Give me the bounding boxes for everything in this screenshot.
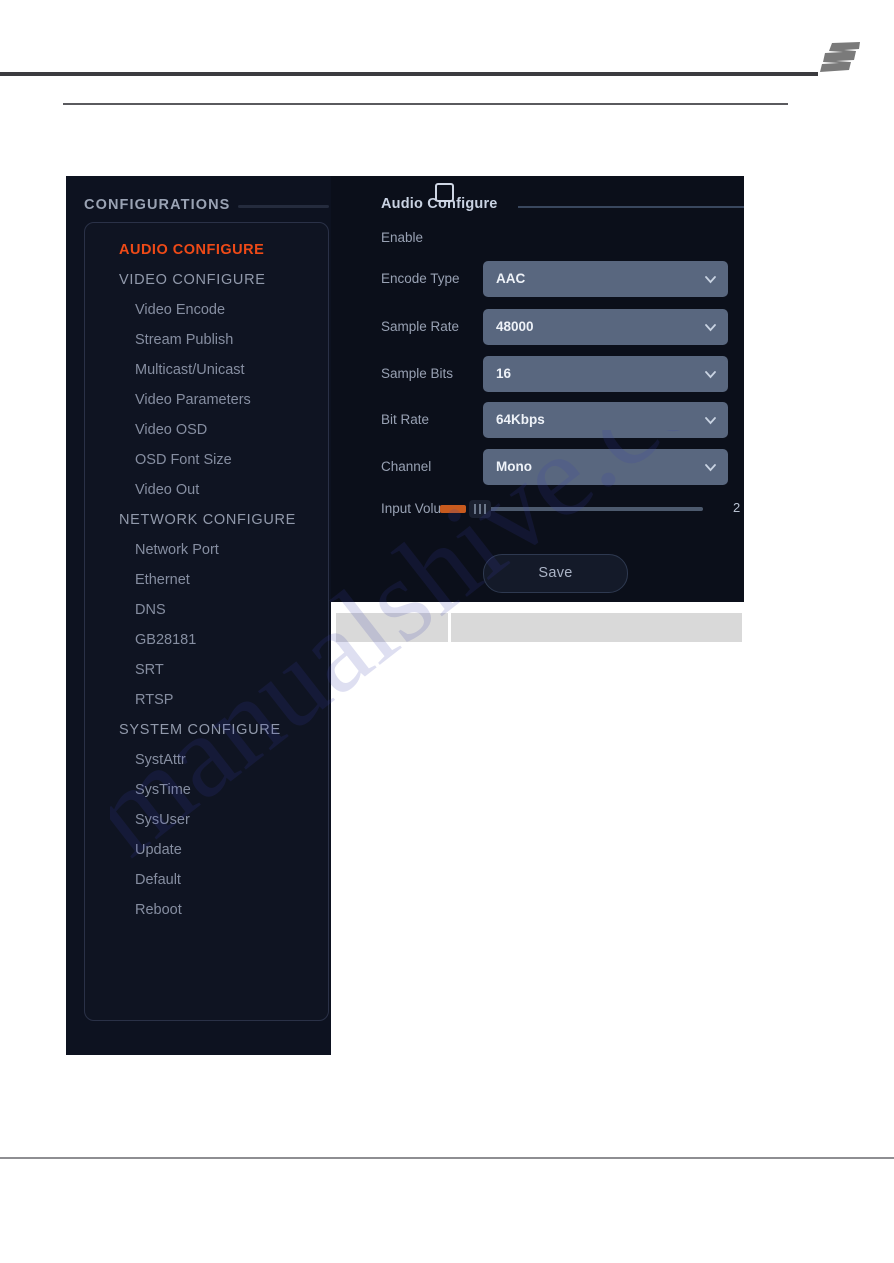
encode-type-value: AAC — [496, 271, 526, 286]
chevron-down-icon — [705, 369, 716, 380]
sidebar-item-gb28181[interactable]: GB28181 — [85, 625, 328, 655]
sidebar-item-dns[interactable]: DNS — [85, 595, 328, 625]
sidebar-item-stream-publish[interactable]: Stream Publish — [85, 325, 328, 355]
sample-bits-value: 16 — [496, 366, 512, 381]
sidebar-nav-list: AUDIO CONFIGURE VIDEO CONFIGURE Video Enco… — [84, 222, 329, 1021]
slider-handle[interactable] — [469, 500, 491, 518]
brand-logo-icon — [812, 39, 866, 77]
sidebar-item-sysuser[interactable]: SysUser — [85, 805, 328, 835]
bit-rate-label: Bit Rate — [381, 412, 430, 427]
sample-bits-label: Sample Bits — [381, 366, 454, 381]
enable-label: Enable — [381, 230, 424, 245]
sample-rate-label: Sample Rate — [381, 319, 460, 334]
grip-line — [474, 504, 476, 514]
sidebar-item-video-encode[interactable]: Video Encode — [85, 295, 328, 325]
sidebar-item-reboot[interactable]: Reboot — [85, 895, 328, 925]
sidebar-item-system-configure[interactable]: SYSTEM CONFIGURE — [85, 715, 328, 745]
chevron-down-icon — [705, 415, 716, 426]
slider-track[interactable] — [473, 507, 703, 511]
sidebar-item-update[interactable]: Update — [85, 835, 328, 865]
grip-line — [484, 504, 486, 514]
configurations-header-rule — [238, 205, 329, 208]
audio-configure-panel: Audio Configure Enable Encode Type AAC S… — [331, 176, 744, 602]
footer-rule — [0, 1157, 894, 1159]
sidebar-item-ethernet[interactable]: Ethernet — [85, 565, 328, 595]
sidebar-item-systattr[interactable]: SystAttr — [85, 745, 328, 775]
channel-value: Mono — [496, 459, 532, 474]
chevron-down-icon — [705, 462, 716, 473]
input-volume-slider[interactable] — [433, 500, 703, 518]
sidebar-item-multicast-unicast[interactable]: Multicast/Unicast — [85, 355, 328, 385]
sidebar-item-video-osd[interactable]: Video OSD — [85, 415, 328, 445]
bit-rate-select[interactable]: 64Kbps — [483, 402, 728, 438]
channel-label: Channel — [381, 459, 432, 474]
sidebar-item-rtsp[interactable]: RTSP — [85, 685, 328, 715]
sidebar-item-osd-font-size[interactable]: OSD Font Size — [85, 445, 328, 475]
channel-select[interactable]: Mono — [483, 449, 728, 485]
encode-type-label: Encode Type — [381, 271, 460, 286]
save-button[interactable]: Save — [483, 554, 628, 593]
sidebar-item-video-out[interactable]: Video Out — [85, 475, 328, 505]
table-column-divider — [448, 613, 451, 642]
sample-bits-select[interactable]: 16 — [483, 356, 728, 392]
header-rule — [0, 72, 818, 76]
sidebar-item-video-configure[interactable]: VIDEO CONFIGURE — [85, 265, 328, 295]
panel-title-rule — [518, 206, 744, 208]
grip-line — [479, 504, 481, 514]
sidebar-item-default[interactable]: Default — [85, 865, 328, 895]
table-row — [336, 613, 742, 642]
enable-checkbox[interactable] — [435, 183, 454, 202]
encode-type-select[interactable]: AAC — [483, 261, 728, 297]
bit-rate-value: 64Kbps — [496, 412, 545, 427]
sidebar-item-video-parameters[interactable]: Video Parameters — [85, 385, 328, 415]
sample-rate-select[interactable]: 48000 — [483, 309, 728, 345]
sample-rate-value: 48000 — [496, 319, 534, 334]
input-volume-value: 2 — [733, 500, 741, 515]
chevron-down-icon — [705, 322, 716, 333]
slider-fill — [440, 505, 466, 513]
sidebar-item-network-port[interactable]: Network Port — [85, 535, 328, 565]
sidebar-item-srt[interactable]: SRT — [85, 655, 328, 685]
sidebar-item-network-configure[interactable]: NETWORK CONFIGURE — [85, 505, 328, 535]
chevron-down-icon — [705, 274, 716, 285]
sidebar-item-audio-configure[interactable]: AUDIO CONFIGURE — [85, 235, 328, 265]
configurations-header: CONFIGURATIONS — [84, 197, 231, 213]
header-subrule — [63, 103, 788, 105]
sidebar-item-systime[interactable]: SysTime — [85, 775, 328, 805]
configurations-sidebar: CONFIGURATIONS AUDIO CONFIGURE VIDEO CONF… — [66, 176, 331, 1055]
